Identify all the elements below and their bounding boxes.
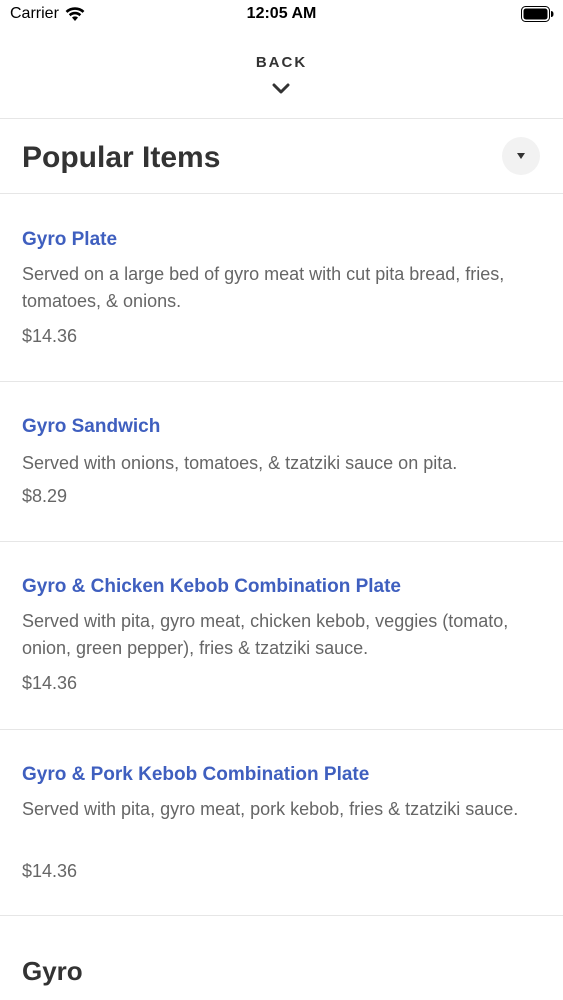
section-toggle-button[interactable] [502,137,540,175]
item-price: $8.29 [22,486,68,506]
menu-item[interactable]: Gyro & Chicken Kebob Combination Plate S… [0,542,563,729]
item-price: $14.36 [22,673,78,693]
menu-item[interactable]: Gyro Plate Served on a large bed of gyro… [0,194,563,381]
item-description: Served with onions, tomatoes, & tzatziki… [22,453,458,473]
item-description: Served on a large bed of gyro meat with … [22,264,505,311]
item-price: $14.36 [22,861,78,881]
back-button[interactable]: BACK [0,30,563,118]
section-title: Gyro [22,956,83,986]
section-header: Popular Items [0,119,563,193]
menu-item[interactable]: Gyro & Pork Kebob Combination Plate Serv… [0,730,563,915]
chevron-down-icon [272,83,290,94]
status-bar: Carrier 12:05 AM [0,0,563,30]
item-name: Gyro & Pork Kebob Combination Plate [22,764,370,785]
back-label: BACK [255,54,308,71]
status-time: 12:05 AM [246,5,317,22]
item-description: Served with pita, gyro meat, pork kebob,… [22,799,519,819]
item-description: Served with pita, gyro meat, chicken keb… [22,611,509,658]
item-name: Gyro & Chicken Kebob Combination Plate [22,576,401,597]
divider [0,915,563,916]
section-title: Popular Items [22,141,221,174]
battery-icon [521,6,554,22]
menu-item[interactable]: Gyro Sandwich Served with onions, tomato… [0,382,563,541]
item-name: Gyro Sandwich [22,416,161,437]
item-name: Gyro Plate [22,229,118,250]
item-price: $14.36 [22,326,78,346]
caret-down-icon [517,153,525,159]
